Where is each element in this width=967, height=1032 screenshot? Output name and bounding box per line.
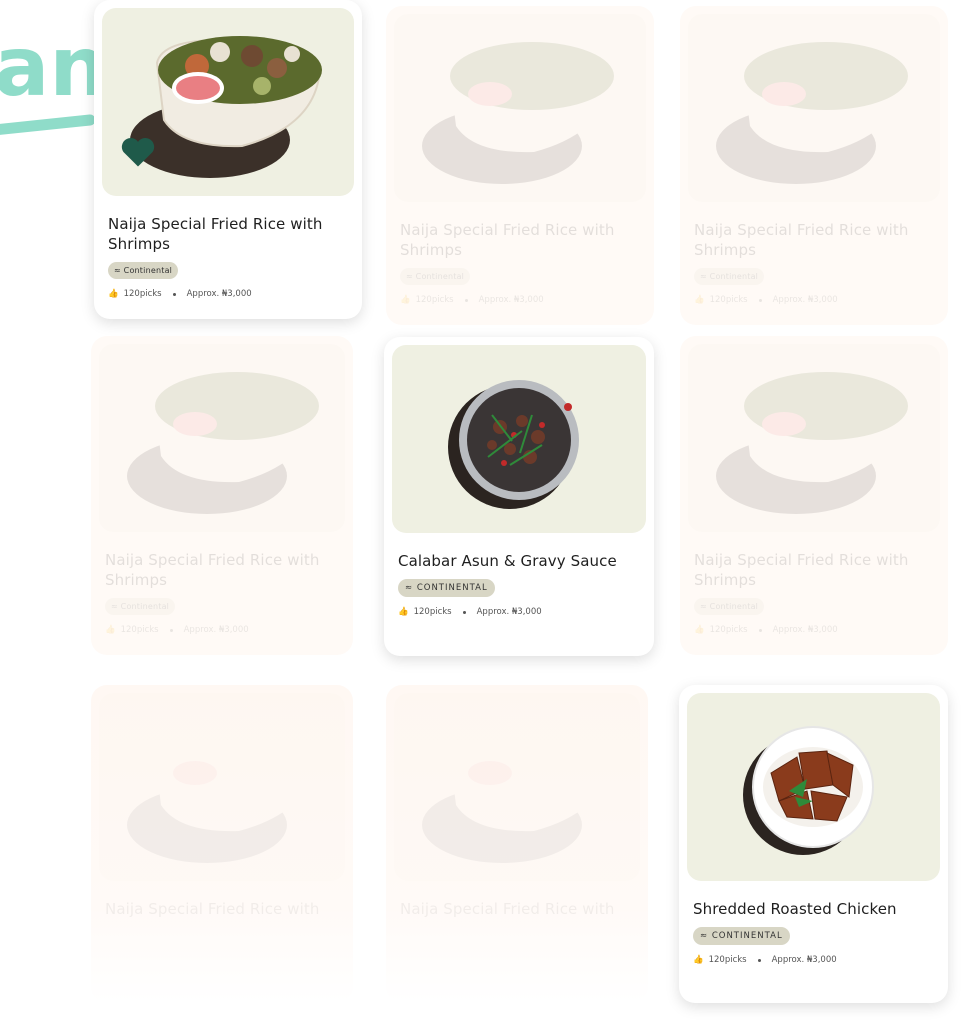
thumbs-up-icon: 👍 bbox=[398, 607, 409, 617]
separator-dot bbox=[462, 610, 466, 614]
dish-title[interactable]: Shredded Roasted Chicken bbox=[693, 899, 923, 919]
thumbs-up-icon: 👍 bbox=[105, 625, 116, 635]
price: Approx. ₦3,000 bbox=[771, 955, 837, 965]
separator-dot bbox=[169, 628, 173, 632]
price: Approx. ₦3,000 bbox=[186, 289, 252, 299]
thumbs-up-icon: 👍 bbox=[694, 625, 705, 635]
dish-card[interactable]: Shredded Roasted Chicken ≈ CONTINENTAL 👍… bbox=[679, 685, 948, 1003]
price: Approx. ₦3,000 bbox=[772, 295, 838, 305]
dish-image bbox=[392, 345, 646, 533]
thumbs-up-icon: 👍 bbox=[694, 295, 705, 305]
picks-count: 120picks bbox=[120, 625, 159, 635]
dish-card[interactable]: Naija Special Fried Rice with Shrimps ≈ … bbox=[680, 336, 948, 655]
dish-card[interactable]: Calabar Asun & Gravy Sauce ≈ CONTINENTAL… bbox=[384, 337, 654, 656]
dish-meta: 👍 120picks Approx. ₦3,000 bbox=[108, 289, 354, 299]
dish-title[interactable]: Calabar Asun & Gravy Sauce bbox=[398, 551, 628, 571]
picks-count: 120picks bbox=[413, 607, 452, 617]
dish-image bbox=[99, 344, 345, 532]
picks-count: 120picks bbox=[123, 289, 162, 299]
dish-image bbox=[394, 693, 640, 881]
dish-card[interactable]: Naija Special Fried Rice with Shrimps ≈ … bbox=[94, 0, 362, 319]
rice-bowl-icon bbox=[716, 42, 908, 184]
separator-dot bbox=[172, 292, 176, 296]
picks-count: 120picks bbox=[709, 295, 748, 305]
cuisine-badge: ≈ Continental bbox=[105, 598, 176, 615]
dish-meta: 👍 120picks Approx. ₦3,000 bbox=[694, 625, 940, 635]
cuisine-badge: ≈ Continental bbox=[400, 268, 471, 285]
rice-bowl-icon bbox=[716, 372, 908, 514]
separator-dot bbox=[758, 628, 762, 632]
dish-meta: 👍 120picks Approx. ₦3,000 bbox=[694, 295, 940, 305]
dish-image bbox=[688, 14, 940, 202]
price: Approx. ₦3,000 bbox=[183, 625, 249, 635]
price: Approx. ₦3,000 bbox=[476, 607, 542, 617]
dish-meta: 👍 120picks Approx. ₦3,000 bbox=[693, 955, 940, 965]
dish-title[interactable]: Naija Special Fried Rice with bbox=[400, 899, 630, 919]
thumbs-up-icon: 👍 bbox=[108, 289, 119, 299]
dish-meta: 👍 120picks Approx. ₦3,000 bbox=[398, 607, 646, 617]
price: Approx. ₦3,000 bbox=[478, 295, 544, 305]
dish-meta: 👍 120picks Approx. ₦3,000 bbox=[400, 295, 646, 305]
dish-card[interactable]: Naija Special Fried Rice with bbox=[386, 685, 648, 1003]
dish-title[interactable]: Naija Special Fried Rice with bbox=[105, 899, 335, 919]
cuisine-badge: ≈ Continental bbox=[694, 268, 765, 285]
rice-bowl-icon bbox=[422, 724, 612, 863]
dish-meta: 👍 120picks Approx. ₦3,000 bbox=[105, 625, 345, 635]
separator-dot bbox=[464, 298, 468, 302]
dish-image bbox=[99, 693, 345, 881]
dish-card[interactable]: Naija Special Fried Rice with Shrimps ≈ … bbox=[680, 6, 948, 325]
separator-dot bbox=[758, 298, 762, 302]
cuisine-badge: ≈ CONTINENTAL bbox=[398, 579, 495, 597]
picks-count: 120picks bbox=[708, 955, 747, 965]
separator-dot bbox=[757, 958, 761, 962]
rice-bowl-icon bbox=[127, 372, 319, 514]
dish-title[interactable]: Naija Special Fried Rice with Shrimps bbox=[400, 220, 630, 260]
dish-card[interactable]: Naija Special Fried Rice with Shrimps ≈ … bbox=[386, 6, 654, 325]
dish-title[interactable]: Naija Special Fried Rice with Shrimps bbox=[105, 550, 335, 590]
dish-image bbox=[688, 344, 940, 532]
rice-bowl-icon bbox=[422, 42, 614, 184]
dish-card[interactable]: Naija Special Fried Rice with Shrimps ≈ … bbox=[91, 336, 353, 655]
dish-image bbox=[687, 693, 940, 881]
dish-title[interactable]: Naija Special Fried Rice with Shrimps bbox=[108, 214, 338, 254]
asun-pan-icon bbox=[448, 380, 579, 509]
cuisine-badge: ≈ Continental bbox=[694, 598, 765, 615]
thumbs-up-icon: 👍 bbox=[693, 955, 704, 965]
heart-icon[interactable] bbox=[120, 136, 156, 168]
dish-grid: Naija Special Fried Rice with Shrimps ≈ … bbox=[0, 0, 967, 1032]
dish-title[interactable]: Naija Special Fried Rice with Shrimps bbox=[694, 220, 924, 260]
dish-image bbox=[102, 8, 354, 196]
picks-count: 120picks bbox=[415, 295, 454, 305]
dish-card[interactable]: Naija Special Fried Rice with bbox=[91, 685, 353, 1003]
rice-bowl-icon bbox=[127, 724, 317, 863]
roasted-chicken-icon bbox=[743, 726, 874, 855]
cuisine-badge: ≈ Continental bbox=[108, 262, 179, 279]
thumbs-up-icon: 👍 bbox=[400, 295, 411, 305]
cuisine-badge: ≈ CONTINENTAL bbox=[693, 927, 790, 945]
price: Approx. ₦3,000 bbox=[772, 625, 838, 635]
picks-count: 120picks bbox=[709, 625, 748, 635]
dish-image bbox=[394, 14, 646, 202]
dish-title[interactable]: Naija Special Fried Rice with Shrimps bbox=[694, 550, 924, 590]
